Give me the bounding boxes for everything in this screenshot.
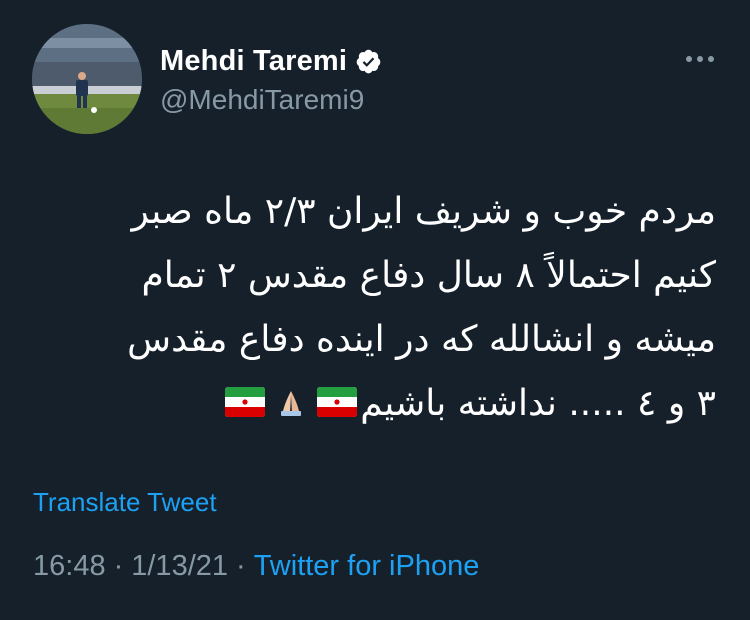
folded-hands-icon bbox=[271, 374, 311, 416]
translate-tweet-link[interactable]: Translate Tweet bbox=[33, 487, 217, 518]
tweet-time[interactable]: 16:48 bbox=[33, 550, 106, 583]
tweet-line-last: ۳ و ٤ ..... نداشته باشیم bbox=[26, 372, 716, 436]
flag-iran-icon bbox=[225, 374, 266, 417]
tweet-line: مردم خوب و شریف ایران ۲/۳ ماه صبر bbox=[131, 191, 716, 232]
author-handle[interactable]: @MehdiTaremi9 bbox=[160, 84, 364, 116]
profile-photo-icon bbox=[32, 24, 142, 134]
more-options-icon[interactable] bbox=[680, 48, 720, 70]
tweet-line: کنیم احتمالاً ۸ سال دفاع مقدس ۲ تمام bbox=[141, 255, 716, 296]
meta-separator: · bbox=[236, 550, 246, 582]
tweet-metadata: 16:48 · 1/13/21 · Twitter for iPhone bbox=[33, 550, 479, 583]
tweet-source-link[interactable]: Twitter for iPhone bbox=[254, 550, 480, 583]
verified-badge-icon bbox=[355, 48, 382, 75]
avatar[interactable] bbox=[32, 24, 142, 134]
tweet-card: Mehdi Taremi @MehdiTaremi9 مردم خوب و شر… bbox=[0, 0, 750, 620]
tweet-text: مردم خوب و شریف ایران ۲/۳ ماه صبر کنیم ا… bbox=[26, 180, 716, 436]
author-name-row[interactable]: Mehdi Taremi bbox=[160, 44, 382, 78]
tweet-date[interactable]: 1/13/21 bbox=[131, 550, 228, 583]
meta-separator: · bbox=[113, 550, 124, 582]
display-name[interactable]: Mehdi Taremi bbox=[160, 45, 347, 78]
flag-iran-icon bbox=[317, 374, 358, 417]
tweet-line-text: ۳ و ٤ ..... نداشته باشیم bbox=[360, 383, 716, 424]
tweet-line: میشه و انشالله که در اینده دفاع مقدس bbox=[127, 319, 716, 360]
